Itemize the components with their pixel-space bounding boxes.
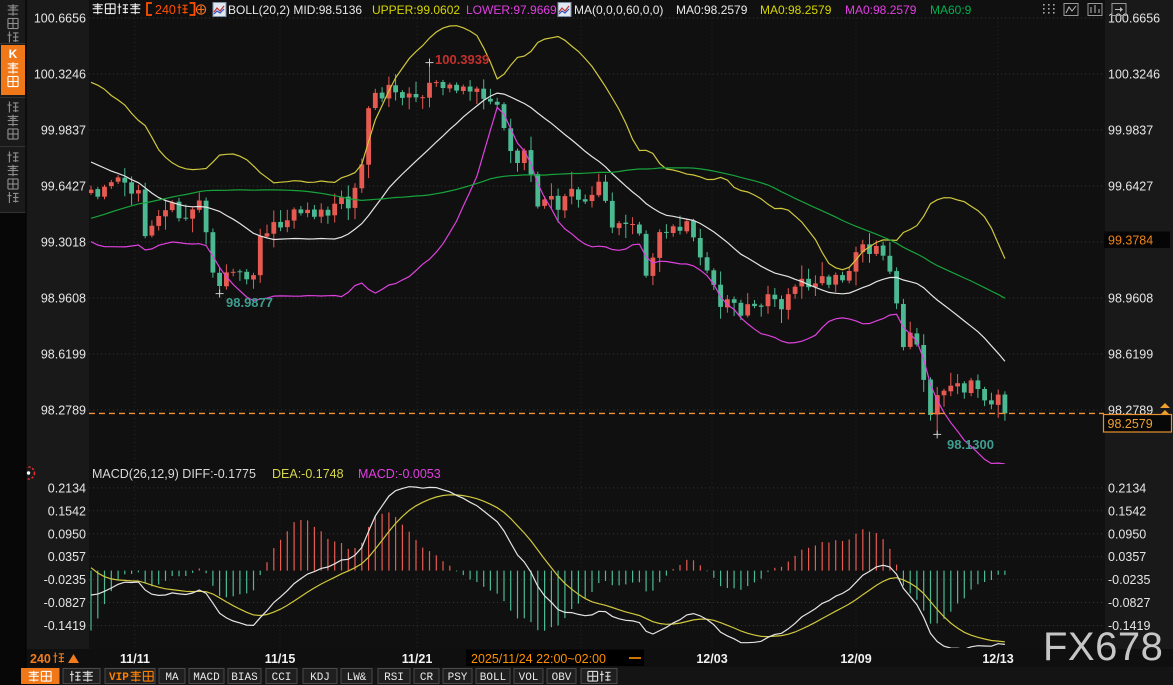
svg-text:LOWER:97.9669: LOWER:97.9669 — [466, 3, 557, 17]
svg-text:100.6656: 100.6656 — [34, 12, 86, 26]
svg-text:MACD:-0.0053: MACD:-0.0053 — [358, 467, 441, 481]
svg-text:99.9837: 99.9837 — [1108, 124, 1153, 138]
svg-text:2025/11/24 22:00~02:00: 2025/11/24 22:00~02:00 — [471, 652, 606, 666]
svg-text:11/11: 11/11 — [120, 652, 150, 666]
svg-text:PSY: PSY — [448, 672, 468, 684]
svg-text:MA60:9: MA60:9 — [930, 3, 972, 17]
svg-text:0.1542: 0.1542 — [48, 504, 86, 518]
svg-text:0.0950: 0.0950 — [1108, 527, 1146, 541]
svg-text:K: K — [9, 47, 18, 61]
svg-text:11/21: 11/21 — [402, 652, 433, 666]
svg-text:VOL: VOL — [519, 672, 539, 684]
svg-text:98.1300: 98.1300 — [947, 437, 994, 452]
svg-text:98.2579: 98.2579 — [1108, 417, 1153, 431]
svg-text:100.3246: 100.3246 — [1108, 68, 1160, 82]
svg-text:99.3018: 99.3018 — [41, 236, 86, 250]
svg-text:99.6427: 99.6427 — [41, 180, 86, 194]
svg-text:MA0:98.2579: MA0:98.2579 — [845, 3, 917, 17]
svg-text:11/15: 11/15 — [265, 652, 296, 666]
svg-text:VIP: VIP — [109, 672, 129, 684]
svg-text:99.3784: 99.3784 — [1108, 234, 1153, 248]
svg-text:MACD(26,12,9) DIFF:-0.1775: MACD(26,12,9) DIFF:-0.1775 — [92, 467, 256, 481]
svg-text:12/03: 12/03 — [696, 652, 727, 666]
svg-text:CR: CR — [420, 672, 434, 684]
svg-text:0.0357: 0.0357 — [1108, 550, 1146, 564]
svg-text:CCI: CCI — [272, 672, 292, 684]
svg-text:0.2134: 0.2134 — [1108, 481, 1146, 495]
svg-text:LW&: LW& — [347, 672, 367, 684]
svg-text:MACD: MACD — [193, 672, 220, 684]
svg-text:MA0:98.2579: MA0:98.2579 — [760, 3, 832, 17]
svg-text:98.6199: 98.6199 — [1108, 348, 1153, 362]
svg-text:FX678: FX678 — [1043, 625, 1163, 669]
svg-text:240: 240 — [155, 3, 176, 17]
svg-text:0.0950: 0.0950 — [48, 527, 86, 541]
svg-text:98.9608: 98.9608 — [41, 292, 86, 306]
svg-text:0.2134: 0.2134 — [48, 481, 86, 495]
svg-text:12/13: 12/13 — [982, 652, 1013, 666]
svg-text:KDJ: KDJ — [310, 672, 330, 684]
svg-text:-0.0827: -0.0827 — [1108, 596, 1150, 610]
svg-text:99.6427: 99.6427 — [1108, 180, 1153, 194]
svg-text:98.9608: 98.9608 — [1108, 292, 1153, 306]
svg-text:98.6199: 98.6199 — [41, 348, 86, 362]
svg-text:240: 240 — [30, 652, 51, 666]
svg-text:MA: MA — [165, 672, 179, 684]
svg-text:MA(0,0,0,60,0,0): MA(0,0,0,60,0,0) — [574, 3, 663, 17]
svg-text:UPPER:99.0602: UPPER:99.0602 — [372, 3, 460, 17]
svg-text:-0.1419: -0.1419 — [44, 619, 86, 633]
svg-text:OBV: OBV — [552, 672, 572, 684]
svg-text:RSI: RSI — [384, 672, 404, 684]
svg-text:BOLL: BOLL — [480, 672, 506, 684]
svg-text:98.2789: 98.2789 — [41, 404, 86, 418]
svg-text:99.9837: 99.9837 — [41, 124, 86, 138]
svg-text:100.6656: 100.6656 — [1108, 12, 1160, 26]
svg-text:-0.0235: -0.0235 — [44, 573, 86, 587]
svg-text:BIAS: BIAS — [231, 672, 258, 684]
svg-text:DEA:-0.1748: DEA:-0.1748 — [272, 467, 344, 481]
svg-text:100.3939: 100.3939 — [435, 52, 489, 67]
svg-text:98.9877: 98.9877 — [226, 295, 273, 310]
svg-text:0.0357: 0.0357 — [48, 550, 86, 564]
svg-text:BOLL(20,2) MID:98.5136: BOLL(20,2) MID:98.5136 — [228, 3, 362, 17]
svg-text:-0.0235: -0.0235 — [1108, 573, 1150, 587]
svg-text:12/09: 12/09 — [840, 652, 871, 666]
svg-text:MA0:98.2579: MA0:98.2579 — [676, 3, 748, 17]
svg-text:-0.0827: -0.0827 — [44, 596, 86, 610]
svg-text:0.1542: 0.1542 — [1108, 504, 1146, 518]
svg-text:100.3246: 100.3246 — [34, 68, 86, 82]
